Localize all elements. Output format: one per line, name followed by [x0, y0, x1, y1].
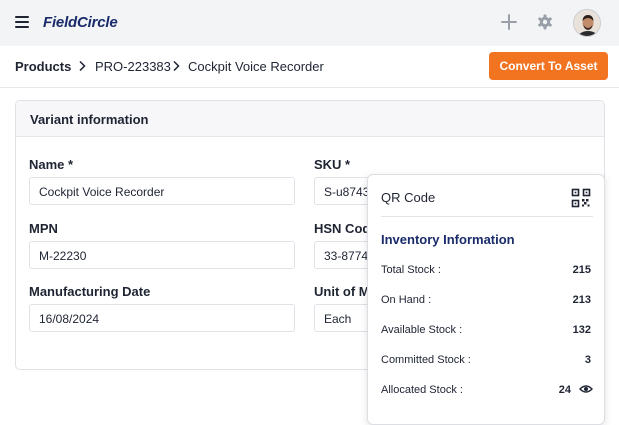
gear-icon[interactable]	[536, 13, 554, 31]
sku-label: SKU *	[314, 157, 351, 172]
sku-field[interactable]: S-u8743	[314, 177, 374, 205]
menu-icon[interactable]	[15, 16, 29, 28]
available-stock-value: 132	[572, 324, 591, 336]
on-hand-value: 213	[572, 294, 591, 306]
mpn-label: MPN	[29, 221, 58, 236]
committed-stock-label: Committed Stock :	[381, 354, 471, 366]
qr-code-title: QR Code	[381, 190, 436, 205]
eye-icon[interactable]	[579, 384, 593, 394]
breadcrumb-product-id[interactable]: PRO-223383	[95, 59, 171, 74]
top-bar: FieldCircle	[0, 0, 619, 46]
chevron-right-icon	[79, 60, 86, 72]
mpn-field[interactable]: M-22230	[29, 241, 295, 269]
plus-icon[interactable]	[500, 13, 518, 31]
allocated-stock-value: 24	[558, 384, 571, 396]
chevron-right-icon	[173, 60, 180, 72]
unit-field[interactable]: Each	[314, 304, 374, 332]
variant-card-title: Variant information	[16, 101, 604, 137]
breadcrumb-products[interactable]: Products	[15, 59, 71, 74]
hsn-field[interactable]: 33-8774	[314, 241, 374, 269]
qr-code-icon[interactable]	[571, 188, 591, 208]
manufacturing-date-label: Manufacturing Date	[29, 284, 151, 299]
allocated-stock-label: Allocated Stock :	[381, 384, 463, 396]
on-hand-label: On Hand :	[381, 294, 432, 306]
name-label: Name *	[29, 157, 74, 172]
hsn-label: HSN Cod	[314, 221, 371, 236]
available-stock-label: Available Stock :	[381, 324, 463, 336]
breadcrumb-current: Cockpit Voice Recorder	[188, 59, 324, 74]
name-field[interactable]: Cockpit Voice Recorder	[29, 177, 295, 205]
inventory-information-title: Inventory Information	[381, 232, 515, 247]
divider	[381, 216, 593, 217]
total-stock-label: Total Stock :	[381, 264, 441, 276]
total-stock-value: 215	[572, 264, 591, 276]
unit-label: Unit of M	[314, 284, 370, 299]
manufacturing-date-field[interactable]: 16/08/2024	[29, 304, 295, 332]
brand-logo[interactable]: FieldCircle	[43, 14, 118, 31]
avatar[interactable]	[573, 9, 601, 37]
convert-to-asset-button[interactable]: Convert To Asset	[489, 52, 608, 80]
inventory-popover: QR Code Inventory Information Total Stoc…	[367, 174, 605, 425]
committed-stock-value: 3	[584, 354, 591, 366]
